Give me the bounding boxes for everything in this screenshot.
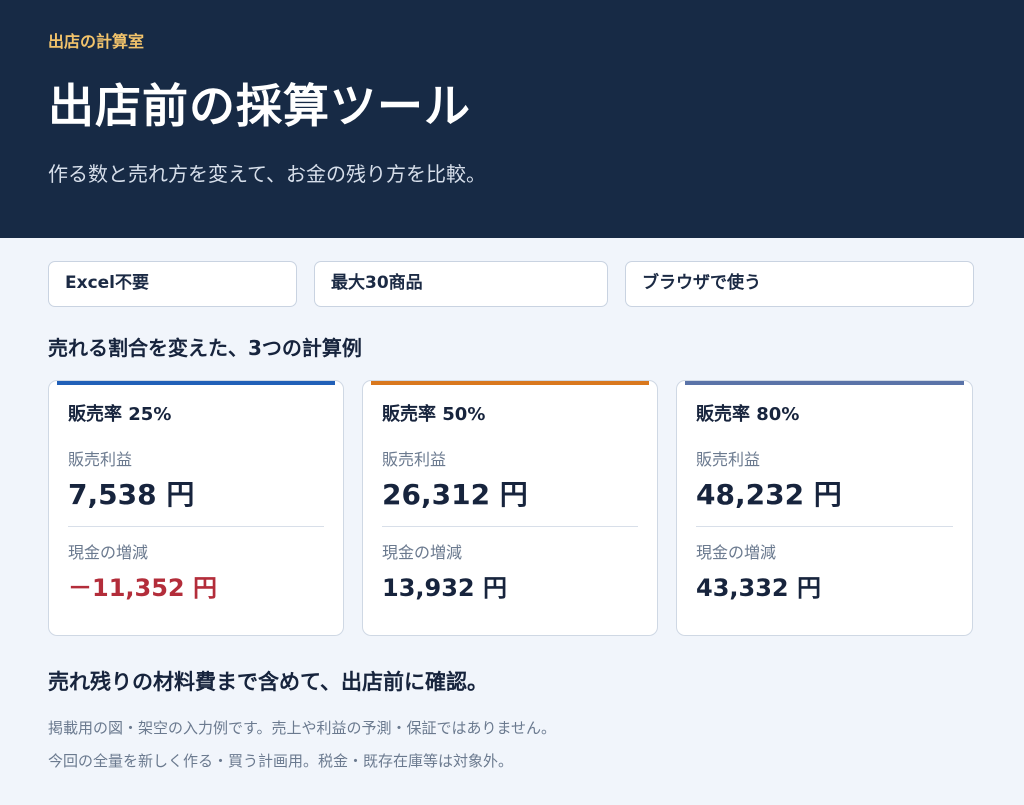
cash-value: 13,932 円 — [382, 574, 507, 602]
card-divider — [68, 526, 324, 527]
card-title: 販売率 25% — [68, 404, 172, 425]
card-accent-bar — [371, 381, 649, 385]
brand-eyebrow: 出店の計算室 — [48, 32, 145, 51]
hero-header: 出店の計算室 出店前の採算ツール 作る数と売れ方を変えて、お金の残り方を比較。 — [0, 0, 1024, 238]
card-title: 販売率 80% — [696, 404, 800, 425]
profit-value: 7,538 円 — [68, 478, 195, 511]
scope-note: 今回の全量を新しく作る・買う計画用。税金・既存在庫等は対象外。 — [48, 752, 514, 770]
page-title: 出店前の採算ツール — [48, 79, 471, 133]
cash-value: －11,352 円 — [68, 574, 217, 602]
cash-label: 現金の増減 — [696, 543, 777, 562]
profit-value: 48,232 円 — [696, 478, 842, 511]
cash-value: 43,332 円 — [696, 574, 821, 602]
example-card-50: 販売率 50% 販売利益 26,312 円 現金の増減 13,932 円 — [362, 380, 658, 636]
cash-label: 現金の増減 — [68, 543, 149, 562]
cash-label: 現金の増減 — [382, 543, 463, 562]
closing-heading: 売れ残りの材料費まで含めて、出店前に確認。 — [48, 670, 488, 694]
feature-tags: Excel不要 最大30商品 ブラウザで使う — [48, 261, 976, 309]
feature-tag-products: 最大30商品 — [314, 261, 608, 307]
feature-tag-excel: Excel不要 — [48, 261, 297, 307]
example-card-25: 販売率 25% 販売利益 7,538 円 現金の増減 －11,352 円 — [48, 380, 344, 636]
profit-label: 販売利益 — [68, 450, 133, 469]
card-divider — [382, 526, 638, 527]
card-divider — [696, 526, 953, 527]
page-subtitle: 作る数と売れ方を変えて、お金の残り方を比較。 — [48, 162, 486, 186]
examples-heading: 売れる割合を変えた、3つの計算例 — [48, 336, 362, 360]
card-accent-bar — [685, 381, 964, 385]
example-card-80: 販売率 80% 販売利益 48,232 円 現金の増減 43,332 円 — [676, 380, 973, 636]
feature-tag-browser: ブラウザで使う — [625, 261, 974, 307]
disclaimer-note: 掲載用の図・架空の入力例です。売上や利益の予測・保証ではありません。 — [48, 719, 557, 737]
card-title: 販売率 50% — [382, 404, 486, 425]
card-accent-bar — [57, 381, 335, 385]
profit-label: 販売利益 — [382, 450, 447, 469]
profit-value: 26,312 円 — [382, 478, 528, 511]
profit-label: 販売利益 — [696, 450, 761, 469]
